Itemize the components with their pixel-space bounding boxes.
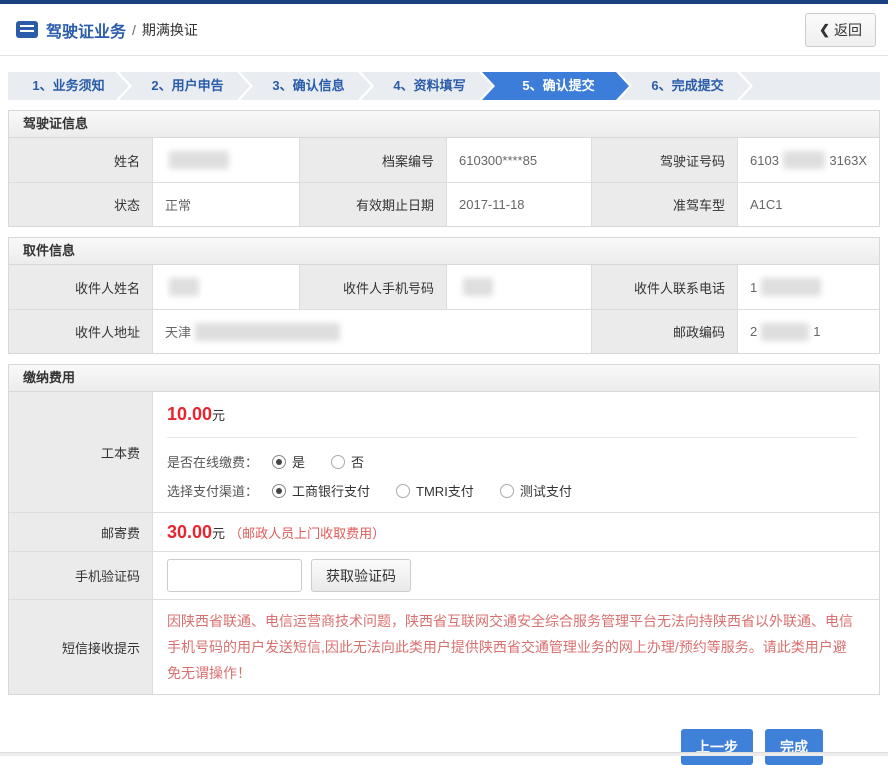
redacted-recipient-name bbox=[169, 278, 199, 296]
page-header: 驾驶证业务 / 期满换证 ❮ 返回 bbox=[0, 4, 888, 56]
recipient-phone-value: 1 bbox=[737, 265, 879, 309]
card-fee-unit: 元 bbox=[212, 408, 225, 423]
sms-code-input[interactable] bbox=[167, 559, 302, 592]
back-chevron-icon: ❮ bbox=[819, 22, 830, 38]
license-info-section: 驾驶证信息 姓名 档案编号 610300****85 驾驶证号码 6103316… bbox=[8, 110, 880, 227]
file-number-value: 610300****85 bbox=[446, 138, 591, 182]
online-pay-option-no[interactable]: 否 bbox=[331, 452, 364, 471]
breadcrumb-separator: / bbox=[132, 22, 136, 38]
status-value: 正常 bbox=[152, 182, 299, 226]
license-services-icon bbox=[16, 21, 38, 38]
breadcrumb-current: 期满换证 bbox=[142, 20, 198, 40]
radio-icon-no[interactable] bbox=[331, 455, 345, 469]
pay-channel-option-icbc[interactable]: 工商银行支付 bbox=[272, 481, 370, 500]
pickup-info-section-title: 取件信息 bbox=[9, 238, 879, 265]
radio-icon-yes[interactable] bbox=[272, 455, 286, 469]
bottom-border bbox=[0, 752, 888, 756]
online-pay-question: 是否在线缴费： bbox=[167, 452, 258, 471]
license-number-value: 61033163X bbox=[737, 138, 879, 182]
payment-section-title: 缴纳费用 bbox=[9, 365, 879, 392]
redacted-address bbox=[195, 323, 340, 341]
finish-button[interactable]: 完成 bbox=[765, 729, 823, 765]
card-fee-label: 工本费 bbox=[9, 392, 152, 512]
name-label: 姓名 bbox=[9, 138, 152, 182]
license-number-label: 驾驶证号码 bbox=[591, 138, 737, 182]
step-bar-filler bbox=[740, 72, 880, 100]
recipient-mobile-value bbox=[446, 265, 591, 309]
postage-fee-amount: 30.00 bbox=[167, 522, 212, 543]
redacted-recipient-mobile bbox=[463, 278, 493, 296]
sms-code-label: 手机验证码 bbox=[9, 551, 152, 599]
pay-channel-option-test[interactable]: 测试支付 bbox=[500, 481, 572, 500]
sms-code-cell: 获取验证码 bbox=[152, 551, 879, 599]
postcode-value: 21 bbox=[737, 309, 879, 353]
recipient-address-label: 收件人地址 bbox=[9, 309, 152, 353]
pickup-info-section: 取件信息 收件人姓名 收件人手机号码 收件人联系电话 1 收件人地址 天津 邮政… bbox=[8, 237, 880, 354]
back-button-label: 返回 bbox=[834, 20, 862, 40]
recipient-mobile-label: 收件人手机号码 bbox=[299, 265, 446, 309]
card-fee-amount: 10.00 bbox=[167, 404, 212, 424]
redacted-recipient-phone bbox=[761, 278, 821, 296]
fee-divider bbox=[167, 437, 857, 438]
recipient-name-value bbox=[152, 265, 299, 309]
get-sms-code-button[interactable]: 获取验证码 bbox=[311, 559, 411, 592]
name-value bbox=[152, 138, 299, 182]
step-progress-bar: 1、业务须知 2、用户申告 3、确认信息 4、资料填写 5、确认提交 6、完成提… bbox=[8, 72, 880, 100]
radio-icon-icbc[interactable] bbox=[272, 484, 286, 498]
pay-channel-question: 选择支付渠道： bbox=[167, 481, 258, 500]
step-5-confirm-submit[interactable]: 5、确认提交 bbox=[482, 72, 629, 100]
back-button[interactable]: ❮ 返回 bbox=[805, 13, 876, 47]
step-4-fill-data[interactable]: 4、资料填写 bbox=[361, 72, 492, 100]
card-fee-cell: 10.00元 是否在线缴费： 是 否 选择支付渠道： 工商银行支付 bbox=[152, 392, 879, 512]
pay-channel-option-tmri[interactable]: TMRI支付 bbox=[396, 481, 474, 500]
postage-fee-note: （邮政人员上门收取费用） bbox=[229, 523, 385, 542]
previous-step-button[interactable]: 上一步 bbox=[681, 729, 753, 765]
redacted-postcode bbox=[761, 323, 809, 341]
sms-notice-text: 因陕西省联通、电信运营商技术问题，陕西省互联网交通安全综合服务管理平台无法向持陕… bbox=[152, 599, 879, 694]
step-1-notice[interactable]: 1、业务须知 bbox=[8, 72, 129, 100]
step-3-confirm-info[interactable]: 3、确认信息 bbox=[240, 72, 371, 100]
vehicle-class-label: 准驾车型 bbox=[591, 182, 737, 226]
page-title: 驾驶证业务 bbox=[46, 18, 126, 42]
file-number-label: 档案编号 bbox=[299, 138, 446, 182]
recipient-phone-label: 收件人联系电话 bbox=[591, 265, 737, 309]
payment-section: 缴纳费用 工本费 10.00元 是否在线缴费： 是 否 选择支付渠道： bbox=[8, 364, 880, 695]
postage-fee-cell: 30.00元 （邮政人员上门收取费用） bbox=[152, 512, 879, 551]
online-pay-option-yes[interactable]: 是 bbox=[272, 452, 305, 471]
postage-fee-label: 邮寄费 bbox=[9, 512, 152, 551]
step-2-declaration[interactable]: 2、用户申告 bbox=[119, 72, 250, 100]
redacted-license-number bbox=[783, 151, 825, 169]
radio-icon-tmri[interactable] bbox=[396, 484, 410, 498]
postage-fee-unit: 元 bbox=[212, 523, 225, 542]
status-label: 状态 bbox=[9, 182, 152, 226]
expiry-date-value: 2017-11-18 bbox=[446, 182, 591, 226]
recipient-name-label: 收件人姓名 bbox=[9, 265, 152, 309]
sms-notice-label: 短信接收提示 bbox=[9, 599, 152, 694]
vehicle-class-value: A1C1 bbox=[737, 182, 879, 226]
redacted-name bbox=[169, 151, 229, 169]
radio-icon-test[interactable] bbox=[500, 484, 514, 498]
recipient-address-value: 天津 bbox=[152, 309, 591, 353]
postcode-label: 邮政编码 bbox=[591, 309, 737, 353]
expiry-date-label: 有效期止日期 bbox=[299, 182, 446, 226]
step-6-complete[interactable]: 6、完成提交 bbox=[619, 72, 750, 100]
license-info-section-title: 驾驶证信息 bbox=[9, 111, 879, 138]
